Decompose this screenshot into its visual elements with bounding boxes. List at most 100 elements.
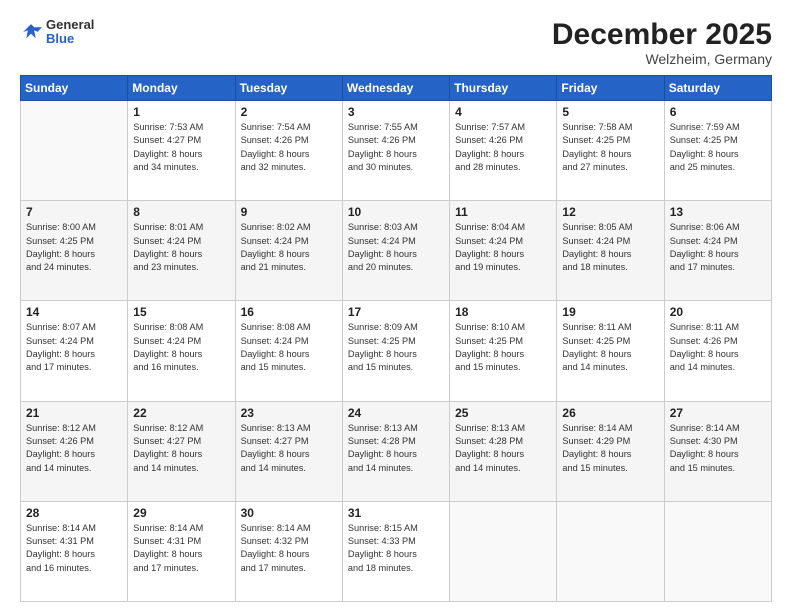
day-info: Sunrise: 8:10 AMSunset: 4:25 PMDaylight:… xyxy=(455,321,551,374)
calendar-cell: 23 Sunrise: 8:13 AMSunset: 4:27 PMDayligh… xyxy=(235,401,342,501)
day-number: 12 xyxy=(562,205,658,219)
day-number: 2 xyxy=(241,105,337,119)
calendar-cell: 28Sunrise: 8:14 AMSunset: 4:31 PMDayligh… xyxy=(21,501,128,601)
day-info: Sunrise: 8:08 AMSunset: 4:24 PMDaylight:… xyxy=(241,321,337,374)
logo-icon xyxy=(20,21,42,43)
day-number: 23 xyxy=(241,406,337,420)
day-number: 5 xyxy=(562,105,658,119)
day-number: 25 xyxy=(455,406,551,420)
day-info: Sunrise: 8:02 AMSunset: 4:24 PMDaylight:… xyxy=(241,221,337,274)
calendar-week-row: 21Sunrise: 8:12 AMSunset: 4:26 PMDayligh… xyxy=(21,401,772,501)
day-info: Sunrise: 7:59 AMSunset: 4:25 PMDaylight:… xyxy=(670,121,766,174)
day-info: Sunrise: 7:54 AMSunset: 4:26 PMDaylight:… xyxy=(241,121,337,174)
calendar-cell: 17Sunrise: 8:09 AMSunset: 4:25 PMDayligh… xyxy=(342,301,449,401)
day-info: Sunrise: 7:55 AMSunset: 4:26 PMDaylight:… xyxy=(348,121,444,174)
title-block: December 2025 Welzheim, Germany xyxy=(552,18,772,67)
month-title: December 2025 xyxy=(552,18,772,51)
day-info: Sunrise: 8:06 AMSunset: 4:24 PMDaylight:… xyxy=(670,221,766,274)
day-info: Sunrise: 8:01 AMSunset: 4:24 PMDaylight:… xyxy=(133,221,229,274)
calendar-table: SundayMondayTuesdayWednesdayThursdayFrid… xyxy=(20,75,772,602)
weekday-header-thursday: Thursday xyxy=(450,76,557,101)
day-info: Sunrise: 8:14 AMSunset: 4:32 PMDaylight:… xyxy=(241,522,337,575)
day-info: Sunrise: 8:11 AMSunset: 4:25 PMDaylight:… xyxy=(562,321,658,374)
day-number: 3 xyxy=(348,105,444,119)
calendar-cell: 29Sunrise: 8:14 AMSunset: 4:31 PMDayligh… xyxy=(128,501,235,601)
weekday-header-tuesday: Tuesday xyxy=(235,76,342,101)
calendar-cell: 13 Sunrise: 8:06 AMSunset: 4:24 PMDayligh… xyxy=(664,201,771,301)
day-number: 20 xyxy=(670,305,766,319)
day-number: 26 xyxy=(562,406,658,420)
day-number: 8 xyxy=(133,205,229,219)
day-number: 18 xyxy=(455,305,551,319)
day-info: Sunrise: 8:07 AMSunset: 4:24 PMDaylight:… xyxy=(26,321,122,374)
day-info: Sunrise: 8:00 AMSunset: 4:25 PMDaylight:… xyxy=(26,221,122,274)
weekday-header-saturday: Saturday xyxy=(664,76,771,101)
day-number: 19 xyxy=(562,305,658,319)
logo-general: General xyxy=(46,18,94,32)
day-number: 16 xyxy=(241,305,337,319)
calendar-cell xyxy=(450,501,557,601)
calendar-header-row: SundayMondayTuesdayWednesdayThursdayFrid… xyxy=(21,76,772,101)
calendar-cell: 7Sunrise: 8:00 AMSunset: 4:25 PMDaylight… xyxy=(21,201,128,301)
day-number: 27 xyxy=(670,406,766,420)
calendar-cell: 19 Sunrise: 8:11 AMSunset: 4:25 PMDayligh… xyxy=(557,301,664,401)
page: General Blue December 2025 Welzheim, Ger… xyxy=(0,0,792,612)
logo: General Blue xyxy=(20,18,94,47)
day-number: 24 xyxy=(348,406,444,420)
day-info: Sunrise: 8:03 AMSunset: 4:24 PMDaylight:… xyxy=(348,221,444,274)
calendar-cell: 6 Sunrise: 7:59 AMSunset: 4:25 PMDaylight… xyxy=(664,101,771,201)
day-info: Sunrise: 8:14 AMSunset: 4:31 PMDaylight:… xyxy=(26,522,122,575)
day-info: Sunrise: 8:12 AMSunset: 4:26 PMDaylight:… xyxy=(26,422,122,475)
calendar-cell xyxy=(21,101,128,201)
weekday-header-wednesday: Wednesday xyxy=(342,76,449,101)
day-info: Sunrise: 8:14 AMSunset: 4:31 PMDaylight:… xyxy=(133,522,229,575)
day-number: 6 xyxy=(670,105,766,119)
calendar-cell: 16 Sunrise: 8:08 AMSunset: 4:24 PMDayligh… xyxy=(235,301,342,401)
calendar-cell: 2 Sunrise: 7:54 AMSunset: 4:26 PMDaylight… xyxy=(235,101,342,201)
calendar-cell: 31Sunrise: 8:15 AMSunset: 4:33 PMDayligh… xyxy=(342,501,449,601)
location: Welzheim, Germany xyxy=(552,51,772,67)
calendar-cell: 1Sunrise: 7:53 AMSunset: 4:27 PMDaylight… xyxy=(128,101,235,201)
day-info: Sunrise: 7:58 AMSunset: 4:25 PMDaylight:… xyxy=(562,121,658,174)
day-number: 10 xyxy=(348,205,444,219)
day-number: 30 xyxy=(241,506,337,520)
day-info: Sunrise: 7:57 AMSunset: 4:26 PMDaylight:… xyxy=(455,121,551,174)
calendar-cell: 9Sunrise: 8:02 AMSunset: 4:24 PMDaylight… xyxy=(235,201,342,301)
calendar-cell: 22Sunrise: 8:12 AMSunset: 4:27 PMDayligh… xyxy=(128,401,235,501)
calendar-week-row: 28Sunrise: 8:14 AMSunset: 4:31 PMDayligh… xyxy=(21,501,772,601)
day-info: Sunrise: 8:04 AMSunset: 4:24 PMDaylight:… xyxy=(455,221,551,274)
calendar-cell: 14 Sunrise: 8:07 AMSunset: 4:24 PMDayligh… xyxy=(21,301,128,401)
calendar-cell: 30 Sunrise: 8:14 AMSunset: 4:32 PMDayligh… xyxy=(235,501,342,601)
calendar-cell: 24Sunrise: 8:13 AMSunset: 4:28 PMDayligh… xyxy=(342,401,449,501)
calendar-week-row: 7Sunrise: 8:00 AMSunset: 4:25 PMDaylight… xyxy=(21,201,772,301)
logo-text: General Blue xyxy=(46,18,94,47)
calendar-cell: 26Sunrise: 8:14 AMSunset: 4:29 PMDayligh… xyxy=(557,401,664,501)
calendar-cell: 11 Sunrise: 8:04 AMSunset: 4:24 PMDayligh… xyxy=(450,201,557,301)
day-info: Sunrise: 8:12 AMSunset: 4:27 PMDaylight:… xyxy=(133,422,229,475)
calendar-cell xyxy=(664,501,771,601)
weekday-header-sunday: Sunday xyxy=(21,76,128,101)
weekday-header-monday: Monday xyxy=(128,76,235,101)
day-info: Sunrise: 8:08 AMSunset: 4:24 PMDaylight:… xyxy=(133,321,229,374)
day-info: Sunrise: 8:13 AMSunset: 4:27 PMDaylight:… xyxy=(241,422,337,475)
day-number: 17 xyxy=(348,305,444,319)
calendar-cell: 18 Sunrise: 8:10 AMSunset: 4:25 PMDayligh… xyxy=(450,301,557,401)
day-number: 14 xyxy=(26,305,122,319)
day-info: Sunrise: 8:11 AMSunset: 4:26 PMDaylight:… xyxy=(670,321,766,374)
calendar-cell: 12 Sunrise: 8:05 AMSunset: 4:24 PMDayligh… xyxy=(557,201,664,301)
day-info: Sunrise: 8:15 AMSunset: 4:33 PMDaylight:… xyxy=(348,522,444,575)
calendar-cell: 5 Sunrise: 7:58 AMSunset: 4:25 PMDaylight… xyxy=(557,101,664,201)
calendar-cell: 4 Sunrise: 7:57 AMSunset: 4:26 PMDaylight… xyxy=(450,101,557,201)
day-number: 1 xyxy=(133,105,229,119)
calendar-week-row: 1Sunrise: 7:53 AMSunset: 4:27 PMDaylight… xyxy=(21,101,772,201)
day-number: 15 xyxy=(133,305,229,319)
day-number: 13 xyxy=(670,205,766,219)
header: General Blue December 2025 Welzheim, Ger… xyxy=(20,18,772,67)
day-info: Sunrise: 8:13 AMSunset: 4:28 PMDaylight:… xyxy=(455,422,551,475)
calendar-cell: 25 Sunrise: 8:13 AMSunset: 4:28 PMDayligh… xyxy=(450,401,557,501)
calendar-cell: 20 Sunrise: 8:11 AMSunset: 4:26 PMDayligh… xyxy=(664,301,771,401)
day-info: Sunrise: 8:05 AMSunset: 4:24 PMDaylight:… xyxy=(562,221,658,274)
day-number: 11 xyxy=(455,205,551,219)
logo-blue: Blue xyxy=(46,32,94,46)
day-number: 4 xyxy=(455,105,551,119)
